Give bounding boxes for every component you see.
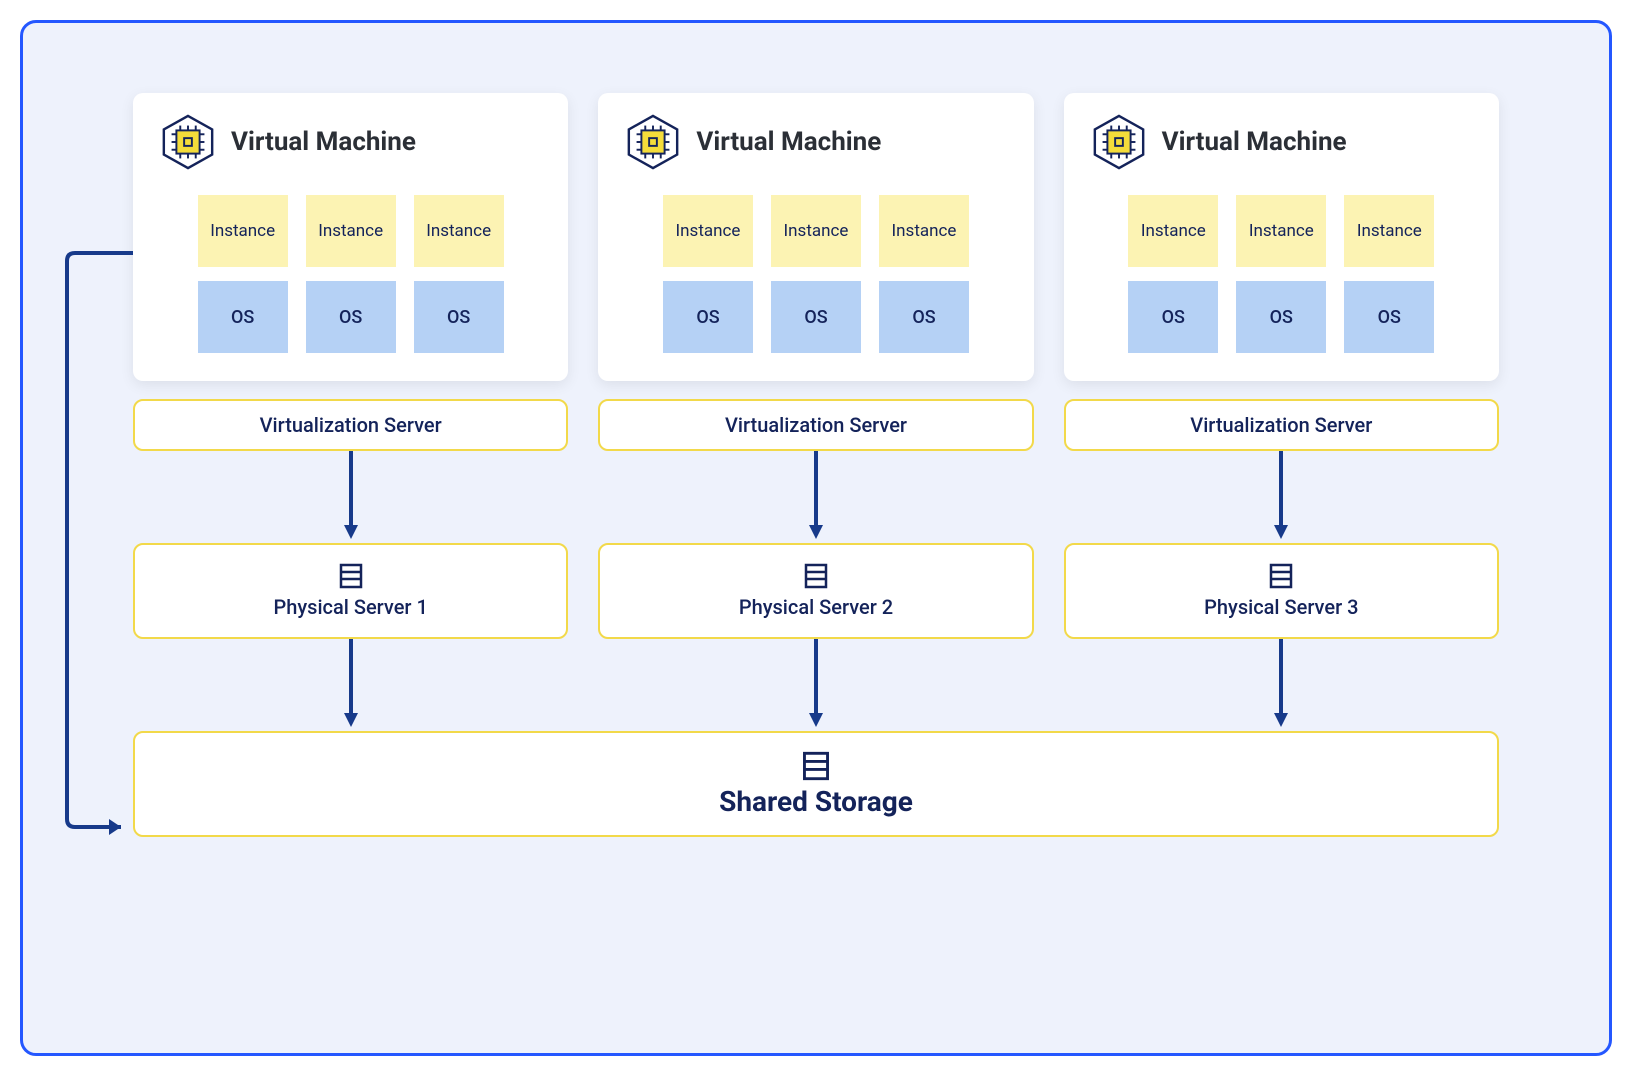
columns-row: Virtual Machine Instance Instance Instan… (133, 93, 1499, 731)
os-box: OS (198, 281, 288, 353)
vm-header: Virtual Machine (1090, 113, 1473, 171)
os-box: OS (306, 281, 396, 353)
arrow-down-icon (1271, 451, 1291, 543)
vm-header: Virtual Machine (624, 113, 1007, 171)
physical-server-box: Physical Server 1 (133, 543, 568, 639)
instance-box: Instance (771, 195, 861, 267)
instance-box: Instance (1344, 195, 1434, 267)
os-box: OS (771, 281, 861, 353)
arrow-down-icon (806, 639, 826, 731)
instance-box: Instance (414, 195, 504, 267)
arrow-physical-to-storage (1064, 639, 1499, 731)
virtualization-label: Virtualization Server (1190, 413, 1372, 437)
arrow-down-icon (1271, 639, 1291, 731)
instance-box: Instance (198, 195, 288, 267)
server-icon (338, 563, 364, 589)
vm-title: Virtual Machine (231, 127, 416, 157)
side-connector-arrow (63, 249, 143, 849)
vm-title: Virtual Machine (696, 127, 881, 157)
arrow-vm-to-physical (598, 451, 1033, 543)
os-row: OS OS OS (624, 281, 1007, 353)
os-box: OS (879, 281, 969, 353)
physical-server-box: Physical Server 2 (598, 543, 1033, 639)
vm-card: Virtual Machine Instance Instance Instan… (133, 93, 568, 381)
cpu-hex-icon (624, 113, 682, 171)
shared-storage-label: Shared Storage (719, 785, 913, 818)
vm-header: Virtual Machine (159, 113, 542, 171)
server-icon (1268, 563, 1294, 589)
cpu-hex-icon (1090, 113, 1148, 171)
vm-card: Virtual Machine Instance Instance Instan… (598, 93, 1033, 381)
os-box: OS (1128, 281, 1218, 353)
virtualization-server-box: Virtualization Server (133, 399, 568, 451)
vm-title: Virtual Machine (1162, 127, 1347, 157)
arrow-down-icon (806, 451, 826, 543)
os-row: OS OS OS (159, 281, 542, 353)
instance-box: Instance (879, 195, 969, 267)
os-box: OS (414, 281, 504, 353)
os-row: OS OS OS (1090, 281, 1473, 353)
instance-row: Instance Instance Instance (624, 195, 1007, 267)
os-box: OS (663, 281, 753, 353)
shared-storage-box: Shared Storage (133, 731, 1499, 837)
column-2: Virtual Machine Instance Instance Instan… (598, 93, 1033, 731)
os-box: OS (1344, 281, 1434, 353)
arrow-physical-to-storage (598, 639, 1033, 731)
os-box: OS (1236, 281, 1326, 353)
server-icon (803, 563, 829, 589)
server-icon (801, 751, 831, 781)
arrow-physical-to-storage (133, 639, 568, 731)
cpu-hex-icon (159, 113, 217, 171)
arrow-vm-to-physical (1064, 451, 1499, 543)
physical-server-label: Physical Server 1 (273, 595, 427, 619)
virtualization-server-box: Virtualization Server (1064, 399, 1499, 451)
virtualization-server-box: Virtualization Server (598, 399, 1033, 451)
virtualization-label: Virtualization Server (260, 413, 442, 437)
physical-server-box: Physical Server 3 (1064, 543, 1499, 639)
diagram-frame: Virtual Machine Instance Instance Instan… (20, 20, 1612, 1056)
vm-card: Virtual Machine Instance Instance Instan… (1064, 93, 1499, 381)
virtualization-label: Virtualization Server (725, 413, 907, 437)
shared-storage-wrap: Shared Storage (133, 731, 1499, 837)
arrow-down-icon (341, 639, 361, 731)
instance-box: Instance (1128, 195, 1218, 267)
physical-server-label: Physical Server 2 (739, 595, 893, 619)
instance-row: Instance Instance Instance (1090, 195, 1473, 267)
column-1: Virtual Machine Instance Instance Instan… (133, 93, 568, 731)
arrow-vm-to-physical (133, 451, 568, 543)
instance-row: Instance Instance Instance (159, 195, 542, 267)
column-3: Virtual Machine Instance Instance Instan… (1064, 93, 1499, 731)
arrow-down-icon (341, 451, 361, 543)
instance-box: Instance (1236, 195, 1326, 267)
physical-server-label: Physical Server 3 (1204, 595, 1358, 619)
instance-box: Instance (663, 195, 753, 267)
instance-box: Instance (306, 195, 396, 267)
